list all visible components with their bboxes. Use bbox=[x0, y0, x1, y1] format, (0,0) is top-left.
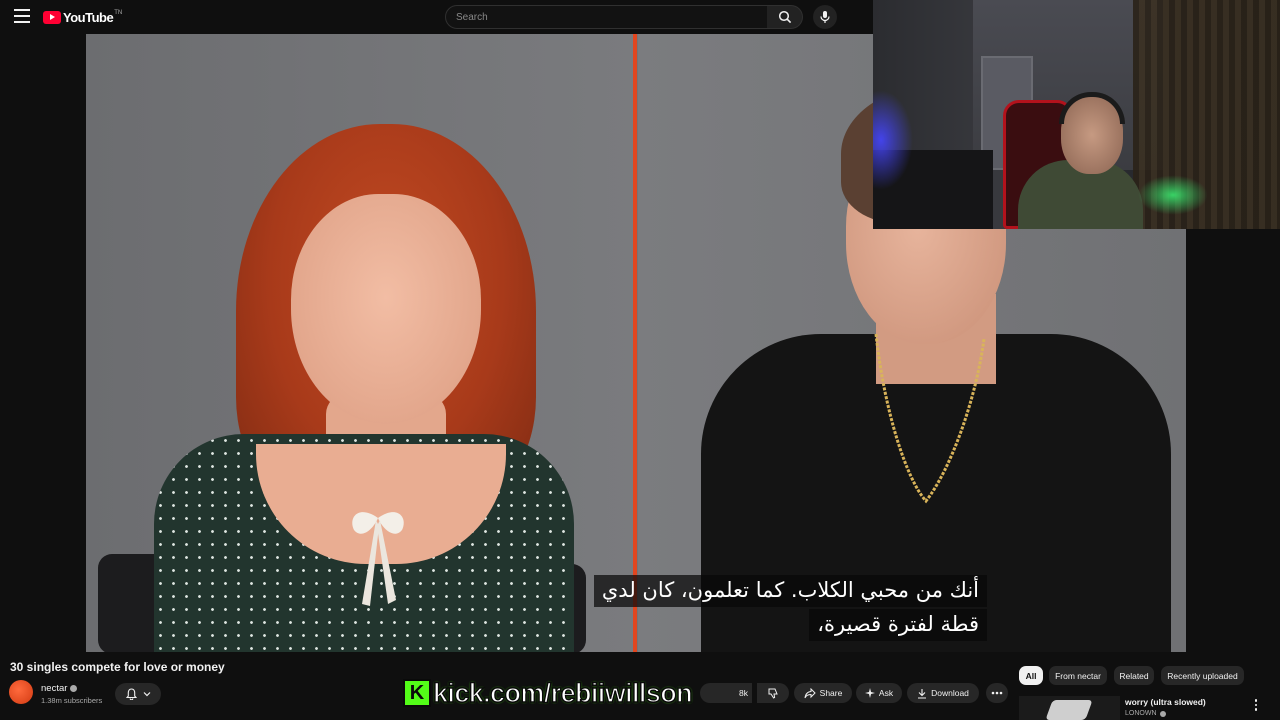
country-code: TN bbox=[114, 9, 123, 16]
share-button[interactable]: Share bbox=[794, 683, 852, 703]
thumbs-down-icon bbox=[768, 688, 778, 699]
more-vert-icon[interactable] bbox=[1251, 697, 1261, 713]
related-video-thumbnail[interactable] bbox=[1019, 696, 1120, 720]
ask-label: Ask bbox=[878, 688, 894, 698]
webcam-green-light bbox=[1138, 175, 1208, 215]
youtube-play-icon bbox=[43, 10, 61, 24]
more-horiz-icon bbox=[991, 691, 1003, 695]
chip-recently-uploaded[interactable]: Recently uploaded bbox=[1161, 666, 1244, 685]
search-button[interactable] bbox=[767, 5, 803, 29]
related-video-title[interactable]: worry (ultra slowed) bbox=[1125, 697, 1206, 707]
voice-search-button[interactable] bbox=[813, 5, 837, 29]
download-label: Download bbox=[931, 688, 969, 698]
download-icon bbox=[918, 688, 927, 699]
chip-all[interactable]: All bbox=[1019, 666, 1043, 685]
webcam-blue-light bbox=[873, 90, 913, 190]
chevron-down-icon bbox=[143, 692, 150, 697]
youtube-logo[interactable]: YouTube TN bbox=[43, 8, 122, 26]
logo-text: YouTube bbox=[63, 9, 114, 25]
more-actions-button[interactable] bbox=[986, 683, 1008, 703]
search-icon bbox=[778, 10, 791, 24]
verified-icon bbox=[1159, 710, 1166, 717]
verified-icon bbox=[70, 685, 78, 692]
kick-logo: K bbox=[403, 679, 431, 707]
download-button[interactable]: Download bbox=[907, 683, 979, 703]
white-bow bbox=[352, 512, 404, 606]
split-screen-divider bbox=[633, 34, 637, 652]
share-label: Share bbox=[819, 688, 843, 698]
dislike-button[interactable] bbox=[757, 683, 789, 703]
caption-line-1: أنك من محبي الكلاب. كما تعلمون، كان لدي bbox=[593, 575, 987, 607]
share-icon bbox=[804, 687, 816, 698]
kick-url: kick.com/rebiiwillson bbox=[432, 677, 693, 709]
channel-name[interactable]: nectar bbox=[41, 683, 67, 694]
ask-button[interactable]: Ask bbox=[856, 683, 902, 703]
chip-related[interactable]: Related bbox=[1114, 666, 1154, 685]
related-channel[interactable]: LONOWN bbox=[1125, 710, 1166, 717]
like-count: 8k bbox=[739, 688, 748, 698]
subtitle-caption: أنك من محبي الكلاب. كما تعلمون، كان لدي … bbox=[593, 575, 987, 641]
subscriber-count: 1.38m subscribers bbox=[41, 696, 103, 705]
notification-bell-button[interactable] bbox=[115, 683, 161, 705]
channel-name-link[interactable]: nectar bbox=[41, 683, 78, 694]
video-title: 30 singles compete for love or money bbox=[10, 660, 225, 674]
search-box[interactable] bbox=[445, 5, 769, 29]
mic-icon bbox=[820, 11, 830, 23]
woman-face bbox=[291, 194, 481, 424]
search-input[interactable] bbox=[454, 6, 758, 28]
like-button[interactable]: 8k bbox=[700, 683, 752, 703]
bell-icon bbox=[125, 688, 137, 700]
video-left-panel bbox=[86, 34, 635, 652]
caption-line-2: قطة لفترة قصيرة، bbox=[809, 609, 987, 641]
kick-watermark: K kick.com/rebiiwillson bbox=[403, 676, 693, 710]
sparkle-icon bbox=[864, 688, 875, 698]
related-channel-name[interactable]: LONOWN bbox=[1125, 710, 1157, 717]
chip-from-nectar[interactable]: From nectar bbox=[1049, 666, 1107, 685]
menu-icon[interactable] bbox=[14, 9, 30, 23]
streamer-webcam bbox=[873, 0, 1280, 229]
channel-avatar[interactable] bbox=[9, 680, 33, 704]
gold-chain bbox=[874, 333, 986, 504]
